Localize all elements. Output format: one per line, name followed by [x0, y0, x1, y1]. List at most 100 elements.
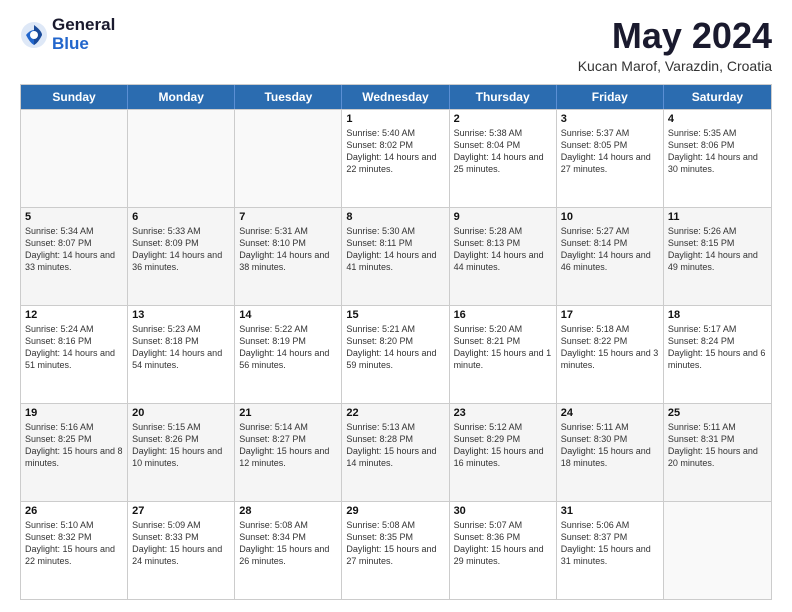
day-number: 24 — [561, 407, 659, 419]
day-number: 19 — [25, 407, 123, 419]
calendar-body: 1 Sunrise: 5:40 AM Sunset: 8:02 PM Daylig… — [21, 109, 771, 599]
empty-cell — [664, 502, 771, 599]
cell-info: Sunrise: 5:16 AM Sunset: 8:25 PM Dayligh… — [25, 421, 123, 470]
cell-info: Sunrise: 5:21 AM Sunset: 8:20 PM Dayligh… — [346, 323, 444, 372]
day-cell-30: 30 Sunrise: 5:07 AM Sunset: 8:36 PM Dayli… — [450, 502, 557, 599]
day-cell-14: 14 Sunrise: 5:22 AM Sunset: 8:19 PM Dayli… — [235, 306, 342, 403]
cell-info: Sunrise: 5:11 AM Sunset: 8:30 PM Dayligh… — [561, 421, 659, 470]
logo-general: General — [52, 16, 115, 35]
day-cell-2: 2Sunrise: 5:38 AM Sunset: 8:04 PM Daylig… — [450, 110, 557, 207]
day-cell-15: 15 Sunrise: 5:21 AM Sunset: 8:20 PM Dayli… — [342, 306, 449, 403]
cell-info: Sunrise: 5:28 AM Sunset: 8:13 PM Dayligh… — [454, 225, 552, 274]
day-cell-10: 10 Sunrise: 5:27 AM Sunset: 8:14 PM Dayli… — [557, 208, 664, 305]
day-cell-22: 22 Sunrise: 5:13 AM Sunset: 8:28 PM Dayli… — [342, 404, 449, 501]
cell-info: Sunrise: 5:08 AM Sunset: 8:35 PM Dayligh… — [346, 519, 444, 568]
day-cell-24: 24 Sunrise: 5:11 AM Sunset: 8:30 PM Dayli… — [557, 404, 664, 501]
week-row-1: 1 Sunrise: 5:40 AM Sunset: 8:02 PM Daylig… — [21, 109, 771, 207]
header-day-sunday: Sunday — [21, 85, 128, 109]
day-number: 22 — [346, 407, 444, 419]
day-cell-31: 31 Sunrise: 5:06 AM Sunset: 8:37 PM Dayli… — [557, 502, 664, 599]
day-number: 14 — [239, 309, 337, 321]
cell-info: Sunrise: 5:07 AM Sunset: 8:36 PM Dayligh… — [454, 519, 552, 568]
day-number: 20 — [132, 407, 230, 419]
week-row-3: 12Sunrise: 5:24 AM Sunset: 8:16 PM Dayli… — [21, 305, 771, 403]
empty-cell — [128, 110, 235, 207]
day-cell-5: 5Sunrise: 5:34 AM Sunset: 8:07 PM Daylig… — [21, 208, 128, 305]
day-number: 13 — [132, 309, 230, 321]
header-day-thursday: Thursday — [450, 85, 557, 109]
day-cell-19: 19 Sunrise: 5:16 AM Sunset: 8:25 PM Dayli… — [21, 404, 128, 501]
cell-info: Sunrise: 5:23 AM Sunset: 8:18 PM Dayligh… — [132, 323, 230, 372]
day-number: 29 — [346, 505, 444, 517]
day-number: 21 — [239, 407, 337, 419]
day-number: 25 — [668, 407, 767, 419]
cell-info: Sunrise: 5:26 AM Sunset: 8:15 PM Dayligh… — [668, 225, 767, 274]
day-cell-21: 21 Sunrise: 5:14 AM Sunset: 8:27 PM Dayli… — [235, 404, 342, 501]
header: General Blue May 2024 Kucan Marof, Varaz… — [20, 16, 772, 74]
logo-icon — [20, 21, 48, 49]
day-cell-6: 6 Sunrise: 5:33 AM Sunset: 8:09 PM Daylig… — [128, 208, 235, 305]
day-number: 30 — [454, 505, 552, 517]
cell-info: Sunrise: 5:20 AM Sunset: 8:21 PM Dayligh… — [454, 323, 552, 372]
cell-info: Sunrise: 5:11 AM Sunset: 8:31 PM Dayligh… — [668, 421, 767, 470]
day-number: 4 — [668, 113, 767, 125]
cell-info: Sunrise: 5:06 AM Sunset: 8:37 PM Dayligh… — [561, 519, 659, 568]
day-cell-3: 3Sunrise: 5:37 AM Sunset: 8:05 PM Daylig… — [557, 110, 664, 207]
day-number: 10 — [561, 211, 659, 223]
cell-info: Sunrise: 5:40 AM Sunset: 8:02 PM Dayligh… — [346, 127, 444, 176]
day-cell-4: 4Sunrise: 5:35 AM Sunset: 8:06 PM Daylig… — [664, 110, 771, 207]
cell-info: Sunrise: 5:18 AM Sunset: 8:22 PM Dayligh… — [561, 323, 659, 372]
cell-info: Sunrise: 5:34 AM Sunset: 8:07 PM Dayligh… — [25, 225, 123, 274]
cell-info: Sunrise: 5:14 AM Sunset: 8:27 PM Dayligh… — [239, 421, 337, 470]
day-cell-20: 20 Sunrise: 5:15 AM Sunset: 8:26 PM Dayli… — [128, 404, 235, 501]
day-number: 9 — [454, 211, 552, 223]
cell-info: Sunrise: 5:31 AM Sunset: 8:10 PM Dayligh… — [239, 225, 337, 274]
day-cell-18: 18Sunrise: 5:17 AM Sunset: 8:24 PM Dayli… — [664, 306, 771, 403]
cell-info: Sunrise: 5:13 AM Sunset: 8:28 PM Dayligh… — [346, 421, 444, 470]
day-number: 7 — [239, 211, 337, 223]
day-cell-17: 17 Sunrise: 5:18 AM Sunset: 8:22 PM Dayli… — [557, 306, 664, 403]
logo: General Blue — [20, 16, 115, 53]
day-cell-11: 11 Sunrise: 5:26 AM Sunset: 8:15 PM Dayli… — [664, 208, 771, 305]
cell-info: Sunrise: 5:27 AM Sunset: 8:14 PM Dayligh… — [561, 225, 659, 274]
day-number: 23 — [454, 407, 552, 419]
cell-info: Sunrise: 5:12 AM Sunset: 8:29 PM Dayligh… — [454, 421, 552, 470]
day-number: 11 — [668, 211, 767, 223]
day-number: 6 — [132, 211, 230, 223]
day-number: 17 — [561, 309, 659, 321]
day-number: 12 — [25, 309, 123, 321]
day-number: 18 — [668, 309, 767, 321]
day-cell-13: 13 Sunrise: 5:23 AM Sunset: 8:18 PM Dayli… — [128, 306, 235, 403]
logo-blue: Blue — [52, 35, 115, 54]
cell-info: Sunrise: 5:37 AM Sunset: 8:05 PM Dayligh… — [561, 127, 659, 176]
day-cell-23: 23 Sunrise: 5:12 AM Sunset: 8:29 PM Dayli… — [450, 404, 557, 501]
day-cell-1: 1 Sunrise: 5:40 AM Sunset: 8:02 PM Daylig… — [342, 110, 449, 207]
day-cell-28: 28 Sunrise: 5:08 AM Sunset: 8:34 PM Dayli… — [235, 502, 342, 599]
header-day-saturday: Saturday — [664, 85, 771, 109]
day-cell-26: 26 Sunrise: 5:10 AM Sunset: 8:32 PM Dayli… — [21, 502, 128, 599]
day-number: 1 — [346, 113, 444, 125]
calendar-page: General Blue May 2024 Kucan Marof, Varaz… — [0, 0, 792, 612]
cell-info: Sunrise: 5:33 AM Sunset: 8:09 PM Dayligh… — [132, 225, 230, 274]
day-number: 15 — [346, 309, 444, 321]
cell-info: Sunrise: 5:10 AM Sunset: 8:32 PM Dayligh… — [25, 519, 123, 568]
cell-info: Sunrise: 5:08 AM Sunset: 8:34 PM Dayligh… — [239, 519, 337, 568]
day-number: 31 — [561, 505, 659, 517]
empty-cell — [21, 110, 128, 207]
empty-cell — [235, 110, 342, 207]
day-cell-7: 7 Sunrise: 5:31 AM Sunset: 8:10 PM Daylig… — [235, 208, 342, 305]
day-cell-25: 25 Sunrise: 5:11 AM Sunset: 8:31 PM Dayli… — [664, 404, 771, 501]
day-number: 28 — [239, 505, 337, 517]
cell-info: Sunrise: 5:22 AM Sunset: 8:19 PM Dayligh… — [239, 323, 337, 372]
day-cell-16: 16Sunrise: 5:20 AM Sunset: 8:21 PM Dayli… — [450, 306, 557, 403]
calendar-header: SundayMondayTuesdayWednesdayThursdayFrid… — [21, 85, 771, 109]
title-block: May 2024 Kucan Marof, Varazdin, Croatia — [578, 16, 772, 74]
cell-info: Sunrise: 5:15 AM Sunset: 8:26 PM Dayligh… — [132, 421, 230, 470]
day-cell-9: 9 Sunrise: 5:28 AM Sunset: 8:13 PM Daylig… — [450, 208, 557, 305]
location: Kucan Marof, Varazdin, Croatia — [578, 58, 772, 74]
logo-text: General Blue — [52, 16, 115, 53]
day-number: 26 — [25, 505, 123, 517]
header-day-wednesday: Wednesday — [342, 85, 449, 109]
header-day-tuesday: Tuesday — [235, 85, 342, 109]
day-cell-27: 27Sunrise: 5:09 AM Sunset: 8:33 PM Dayli… — [128, 502, 235, 599]
